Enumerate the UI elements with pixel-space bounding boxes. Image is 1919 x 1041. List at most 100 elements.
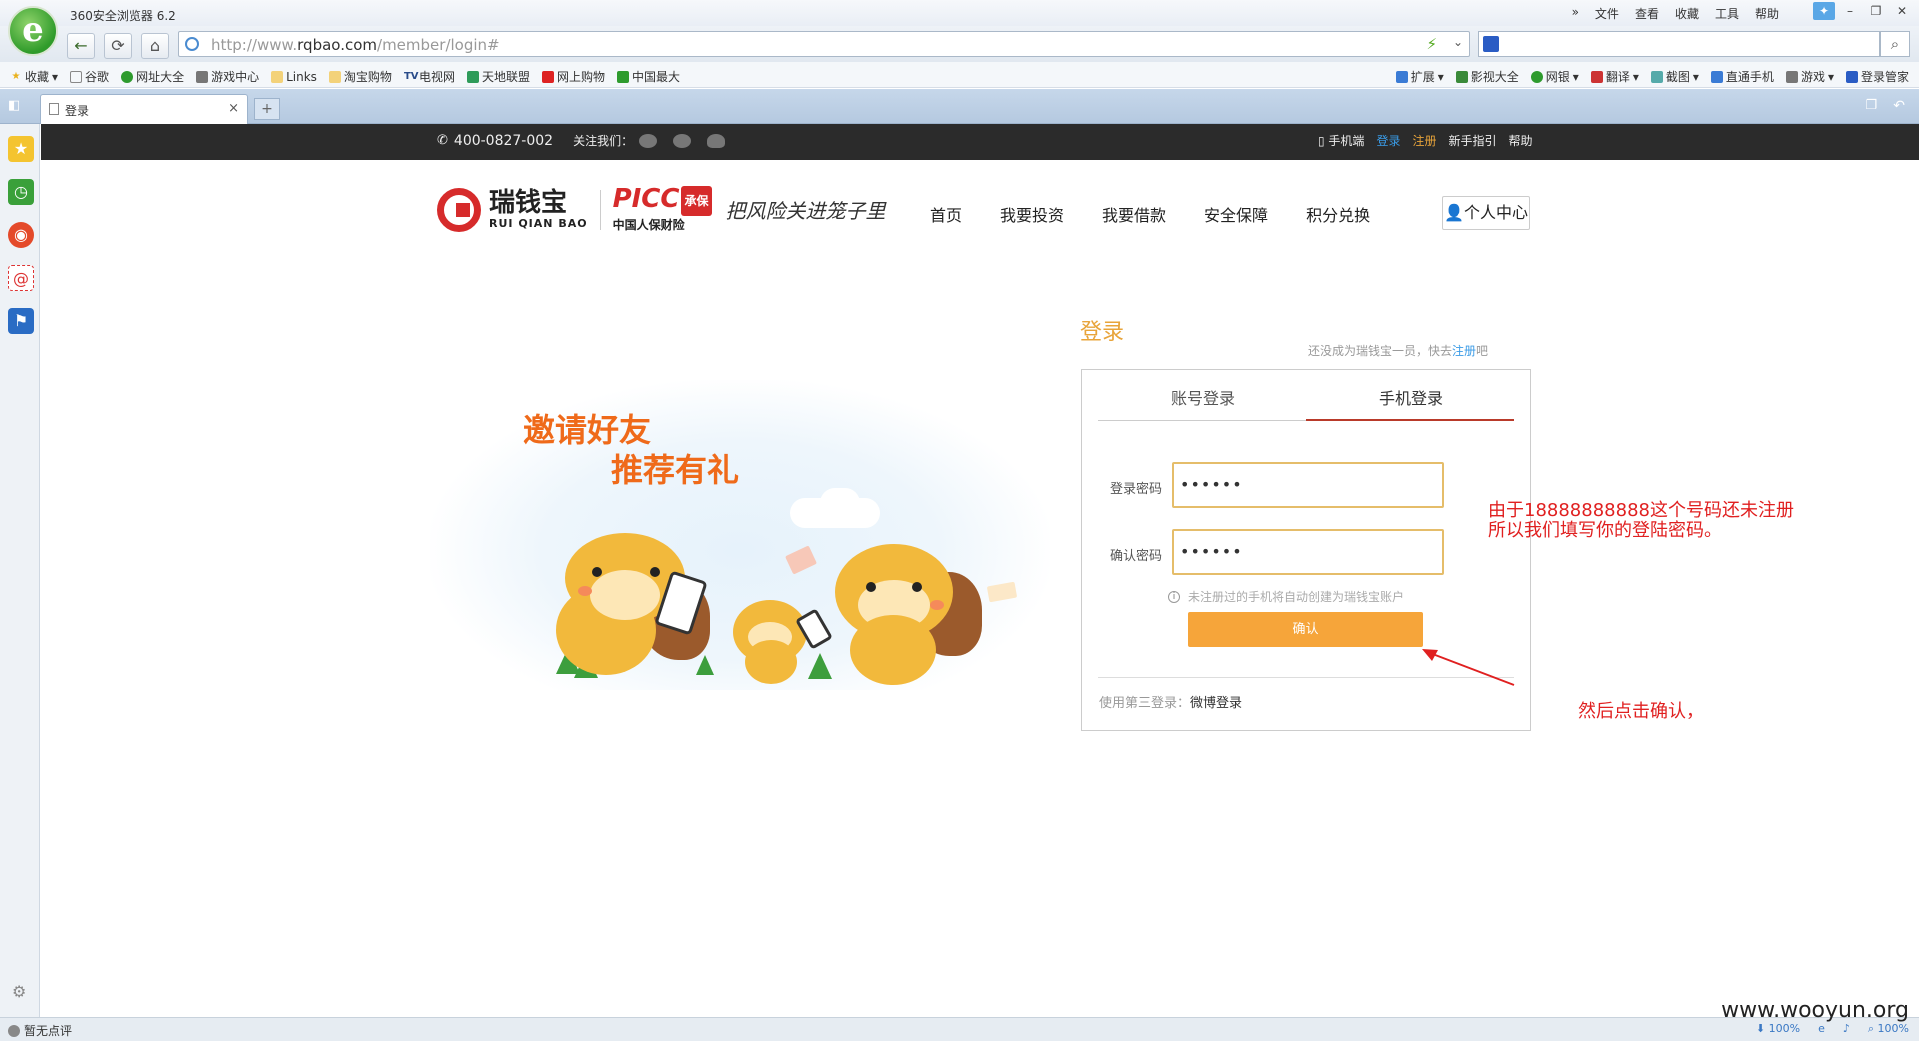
zoom-level[interactable]: ⌕ 100% xyxy=(1868,1022,1909,1036)
toolbar-item[interactable]: 直通手机 xyxy=(1710,68,1774,85)
help-link[interactable]: 帮助 xyxy=(1508,132,1532,149)
info-icon: i xyxy=(1168,590,1180,603)
toolbar-item[interactable]: 扩展 ▾ xyxy=(1395,68,1444,85)
site-logo[interactable]: 瑞钱宝 RUI QIAN BAO PICC 承保 中国人保财险 把风险关进笼子里 xyxy=(437,186,886,233)
brand-name: 瑞钱宝 xyxy=(489,188,568,218)
bookmark-item[interactable]: 中国最大 xyxy=(616,68,680,85)
annotation-note: 然后点击确认， xyxy=(1578,701,1704,722)
search-icon[interactable]: ⌕ xyxy=(1880,31,1910,57)
phone-icon: ✆ xyxy=(437,133,448,148)
mail-icon[interactable]: @ xyxy=(8,265,34,291)
tab-bar xyxy=(0,89,1919,124)
nav-points[interactable]: 积分兑换 xyxy=(1306,202,1370,226)
toolbar-item[interactable]: 截图 ▾ xyxy=(1650,68,1699,85)
user-center-button[interactable]: 👤个人中心 xyxy=(1442,196,1530,230)
browser-title: 360安全浏览器 6.2 xyxy=(70,9,176,23)
bookmark-item[interactable]: 谷歌 xyxy=(70,68,109,85)
toolbar-item[interactable]: 翻译 ▾ xyxy=(1590,68,1639,85)
squirrel-eye xyxy=(650,567,660,577)
skin-icon[interactable]: ✦ xyxy=(1813,2,1835,20)
login-link[interactable]: 登录 xyxy=(1376,132,1400,149)
close-tab-icon[interactable]: × xyxy=(228,101,239,116)
bookmark-item[interactable]: 网上购物 xyxy=(541,68,605,85)
toolbar-item[interactable]: 网银 ▾ xyxy=(1530,68,1579,85)
history-clock-icon[interactable]: ◷ xyxy=(8,179,34,205)
tab-phone-login[interactable]: 手机登录 xyxy=(1308,387,1514,423)
nav-invest[interactable]: 我要投资 xyxy=(1000,202,1064,226)
bookmark-item[interactable]: ★ 收藏 ▾ xyxy=(10,68,59,85)
menu-view[interactable]: 查看 xyxy=(1635,5,1659,22)
new-tab-button[interactable]: + xyxy=(254,98,280,120)
site-info-icon[interactable] xyxy=(185,37,199,51)
favorites-star-icon[interactable]: ★ xyxy=(8,136,34,162)
sidebar-toggle-icon[interactable]: ◧ xyxy=(8,98,20,113)
squirrel-eye xyxy=(592,567,602,577)
mobile-link[interactable]: ▯ 手机端 xyxy=(1318,132,1364,149)
minimize-icon[interactable]: – xyxy=(1839,2,1861,20)
bookmark-item[interactable]: TV 电视网 xyxy=(404,68,455,85)
translate-icon xyxy=(1590,70,1603,83)
folder-icon xyxy=(271,70,284,83)
squirrel-left-face xyxy=(590,570,660,620)
toolbar-item[interactable]: 游戏 ▾ xyxy=(1785,68,1834,85)
nav-home[interactable]: 首页 xyxy=(930,202,962,226)
confirm-button[interactable]: 确认 xyxy=(1188,612,1423,647)
weibo-icon[interactable]: ◉ xyxy=(8,222,34,248)
menu-file[interactable]: 文件 xyxy=(1595,5,1619,22)
back-icon[interactable]: ← xyxy=(67,33,95,59)
restore-icon[interactable]: ❐ xyxy=(1865,2,1887,20)
toolbar-item[interactable]: 影视大全 xyxy=(1455,68,1519,85)
download-status[interactable]: ⬇ 100% xyxy=(1756,1022,1800,1036)
refresh-icon[interactable]: ⟳ xyxy=(104,33,132,59)
status-left[interactable]: 暂无点评 xyxy=(8,1022,72,1039)
chevron-down-icon[interactable]: ⌄ xyxy=(1453,35,1463,49)
bookmark-item[interactable]: Links xyxy=(271,68,317,85)
globe-icon xyxy=(121,70,134,83)
speed-mode-icon[interactable]: ⚡ xyxy=(1426,35,1437,53)
undo-close-icon[interactable]: ↶ xyxy=(1893,98,1905,114)
toolbar-item[interactable]: 登录管家 xyxy=(1845,68,1909,85)
bookmark-item[interactable]: 游戏中心 xyxy=(196,68,259,85)
register-link[interactable]: 注册 xyxy=(1412,132,1436,149)
confirm-password-field[interactable]: •••••• xyxy=(1172,529,1444,575)
nav-borrow[interactable]: 我要借款 xyxy=(1102,202,1166,226)
password-field[interactable]: •••••• xyxy=(1172,462,1444,508)
bookmark-item[interactable]: 淘宝购物 xyxy=(328,68,392,85)
guide-link[interactable]: 新手指引 xyxy=(1448,132,1496,149)
bookmark-item[interactable]: 天地联盟 xyxy=(466,68,530,85)
tab-account-login[interactable]: 账号登录 xyxy=(1100,387,1306,423)
brand-slogan: 把风险关进笼子里 xyxy=(725,199,886,223)
menu-more[interactable]: » xyxy=(1572,5,1579,22)
folder-icon xyxy=(328,70,341,83)
restore-tab-icon[interactable]: ❐ xyxy=(1865,98,1877,113)
qq-icon[interactable] xyxy=(707,133,726,148)
tab-login[interactable]: 登录 × xyxy=(40,94,248,124)
app-icon[interactable]: ⚑ xyxy=(8,308,34,334)
menu-help[interactable]: 帮助 xyxy=(1755,5,1779,22)
settings-gear-icon[interactable]: ⚙ xyxy=(12,982,26,1001)
nav-security[interactable]: 安全保障 xyxy=(1204,202,1268,226)
annotation-note: 由于18888888888这个号码还未注册 所以我们填写你的登陆密码。 xyxy=(1488,500,1794,541)
ie-icon[interactable]: e xyxy=(1818,1022,1825,1036)
home-icon[interactable]: ⌂ xyxy=(141,33,169,59)
weibo-login-link[interactable]: 微博登录 xyxy=(1190,696,1242,711)
weibo-icon[interactable] xyxy=(673,133,692,148)
address-url[interactable]: http://www.rqbao.com/member/login# xyxy=(211,36,500,54)
brand-name-en: RUI QIAN BAO xyxy=(489,217,588,230)
tree-icon xyxy=(696,655,714,675)
cloud-shape xyxy=(820,488,860,518)
search-input[interactable] xyxy=(1478,31,1880,57)
wechat-icon[interactable] xyxy=(639,133,658,148)
volume-icon[interactable]: ♪ xyxy=(1843,1022,1850,1036)
service-phone: 400-0827-002 xyxy=(453,132,554,149)
search-engine-icon[interactable] xyxy=(1483,36,1499,52)
topbar-links: ▯ 手机端 登录 注册 新手指引 帮助 xyxy=(1318,132,1533,149)
close-icon[interactable]: ✕ xyxy=(1891,2,1913,20)
menu-tools[interactable]: 工具 xyxy=(1715,5,1739,22)
browser-logo-icon: e xyxy=(8,6,58,56)
gamepad-icon xyxy=(1785,70,1798,83)
menu-favorites[interactable]: 收藏 xyxy=(1675,5,1699,22)
bookmark-item[interactable]: 网址大全 xyxy=(121,68,184,85)
address-bar[interactable]: http://www.rqbao.com/member/login# ⚡ ⌄ xyxy=(178,31,1470,57)
register-link-inline[interactable]: 注册 xyxy=(1452,344,1476,358)
